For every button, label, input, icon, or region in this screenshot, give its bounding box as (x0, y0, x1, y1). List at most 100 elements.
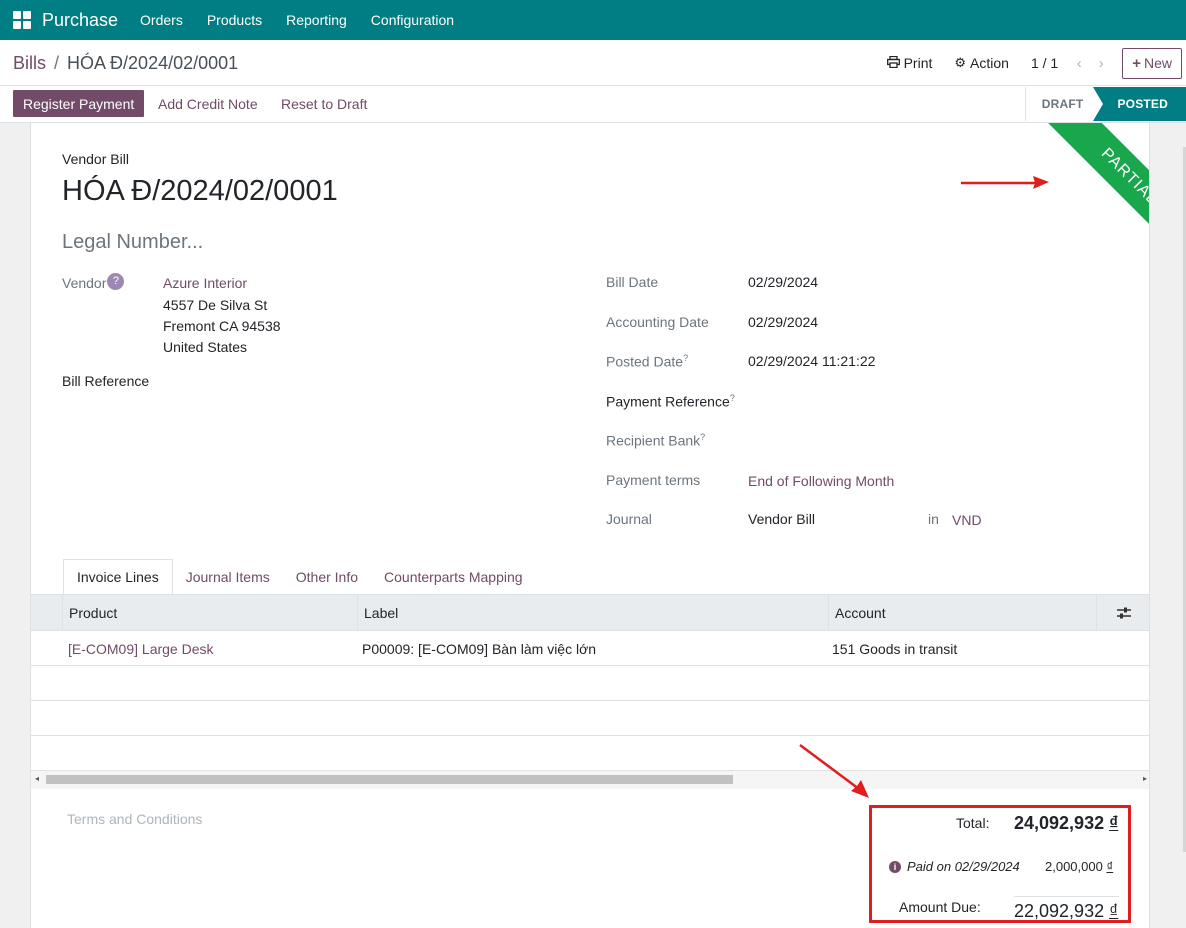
new-button[interactable]: + New (1122, 47, 1182, 79)
breadcrumb-bills[interactable]: Bills (13, 53, 46, 74)
totals-highlight-box: Total: 24,092,932 ₫ i Paid on 02/29/2024 … (869, 805, 1131, 923)
partial-ribbon: PARTIAL (1037, 123, 1149, 269)
chevron-left-icon[interactable]: ‹ (1068, 55, 1090, 72)
nav-products[interactable]: Products (195, 12, 274, 28)
scroll-left-icon[interactable]: ◂ (35, 774, 39, 783)
journal-label: Journal (606, 511, 652, 527)
table-row-empty (31, 666, 1149, 701)
accounting-date-value[interactable]: 02/29/2024 (748, 314, 818, 330)
reset-to-draft-button[interactable]: Reset to Draft (281, 90, 367, 117)
control-actions: Print ⚙ Action 1 / 1 ‹ › + New (886, 47, 1182, 79)
payment-line: i Paid on 02/29/2024 (889, 859, 1020, 874)
add-credit-note-button[interactable]: Add Credit Note (158, 90, 258, 117)
total-amount: 24,092,932 (1014, 813, 1105, 833)
optional-columns-icon[interactable] (1096, 595, 1149, 630)
legal-number-field[interactable]: Legal Number... (62, 231, 203, 254)
help-icon[interactable]: ? (107, 273, 125, 290)
print-button[interactable]: Print (886, 55, 933, 71)
vendor-label: Vendor? (62, 273, 125, 291)
tab-invoice-lines[interactable]: Invoice Lines (63, 559, 173, 595)
terms-and-conditions-field[interactable]: Terms and Conditions (67, 811, 202, 827)
annotation-arrow-ribbon (961, 176, 1049, 189)
gear-icon: ⚙ (954, 55, 967, 70)
action-label: Action (970, 55, 1009, 71)
paid-on-text: Paid on 02/29/2024 (907, 859, 1020, 874)
bill-date-label: Bill Date (606, 274, 659, 290)
payment-reference-label-text: Payment Reference (606, 393, 730, 410)
table-row[interactable]: [E-COM09] Large Desk P00009: [E-COM09] B… (31, 631, 1149, 666)
help-tooltip-icon[interactable]: ? (683, 353, 688, 363)
column-label[interactable]: Label (357, 595, 828, 630)
chevron-right-icon[interactable]: › (1090, 55, 1112, 72)
paid-amount: 2,000,000 ₫ (1045, 859, 1113, 874)
app-brand[interactable]: Purchase (42, 10, 118, 31)
bill-date-value[interactable]: 02/29/2024 (748, 274, 818, 290)
table-row-empty (31, 701, 1149, 736)
posted-date-value: 02/29/2024 11:21:22 (748, 353, 876, 369)
total-label: Total: (956, 815, 990, 831)
table-row-empty (31, 736, 1149, 771)
currency-symbol: ₫ (1109, 901, 1119, 921)
horizontal-scrollbar[interactable]: ◂ ▸ (31, 771, 1149, 789)
bill-reference-label: Bill Reference (62, 373, 150, 389)
journal-value[interactable]: Vendor Bill (748, 511, 815, 527)
pager-value[interactable]: 1 / 1 (1031, 55, 1058, 71)
posted-date-label-text: Posted Date (606, 353, 684, 370)
scroll-right-icon[interactable]: ▸ (1143, 774, 1147, 783)
amount-due-amount: 22,092,932 (1014, 901, 1105, 921)
currency-symbol: ₫ (1106, 859, 1114, 874)
info-icon[interactable]: i (889, 861, 901, 873)
stage-posted-label: POSTED (1117, 97, 1168, 111)
payment-reference-label: Payment Reference? (606, 393, 735, 410)
row-product[interactable]: [E-COM09] Large Desk (62, 631, 214, 666)
payment-terms-value[interactable]: End of Following Month (748, 473, 894, 489)
vendor-address-line1: 4557 De Silva St (163, 297, 268, 313)
amount-due-label: Amount Due: (899, 899, 981, 915)
amount-due-value: 22,092,932 ₫ (1014, 901, 1118, 922)
help-tooltip-icon[interactable]: ? (700, 432, 705, 442)
annotation-arrow-totals (799, 743, 869, 798)
row-account: 151 Goods in transit (832, 640, 958, 657)
vendor-name[interactable]: Azure Interior (163, 275, 247, 291)
nav-configuration[interactable]: Configuration (359, 12, 466, 28)
currency-value[interactable]: VND (952, 512, 982, 528)
control-panel: Bills / HÓA Đ/2024/02/0001 Print ⚙ Actio… (0, 40, 1186, 86)
stage-posted[interactable]: POSTED (1093, 87, 1186, 121)
breadcrumb: Bills / HÓA Đ/2024/02/0001 (13, 53, 238, 74)
recipient-bank-label-text: Recipient Bank (606, 432, 701, 449)
register-payment-button[interactable]: Register Payment (13, 90, 145, 117)
notebook-tabs: Invoice Lines Journal Items Other Info C… (63, 559, 536, 595)
total-value: 24,092,932 ₫ (1014, 813, 1118, 834)
apps-menu-icon[interactable] (13, 11, 31, 29)
currency-symbol: ₫ (1109, 813, 1119, 833)
row-label: P00009: [E-COM09] Bàn làm việc lớn (362, 640, 597, 657)
payment-terms-label: Payment terms (606, 472, 701, 488)
help-tooltip-icon[interactable]: ? (730, 393, 735, 403)
paid-value: 2,000,000 (1045, 859, 1103, 874)
print-icon (886, 55, 900, 71)
breadcrumb-current: HÓA Đ/2024/02/0001 (67, 53, 239, 73)
tab-journal-items[interactable]: Journal Items (173, 559, 283, 595)
form-sheet: PARTIAL Vendor Bill HÓA Đ/2024/02/0001 L… (30, 123, 1150, 928)
status-stages: DRAFT POSTED (1024, 87, 1186, 121)
document-title: HÓA Đ/2024/02/0001 (62, 175, 338, 207)
vendor-address-line2: Fremont CA 94538 (163, 318, 281, 334)
recipient-bank-label: Recipient Bank? (606, 432, 705, 449)
print-label: Print (903, 55, 933, 71)
accounting-date-label: Accounting Date (606, 314, 709, 330)
statusbar: Register Payment Add Credit Note Reset t… (0, 86, 1186, 123)
stage-draft[interactable]: DRAFT (1024, 87, 1094, 121)
tab-counterparts-mapping[interactable]: Counterparts Mapping (371, 559, 536, 595)
column-product[interactable]: Product (62, 595, 358, 630)
ribbon-container: PARTIAL (999, 123, 1149, 273)
new-label: New (1143, 55, 1172, 71)
column-account[interactable]: Account (828, 595, 1096, 630)
tab-other-info[interactable]: Other Info (283, 559, 371, 595)
nav-orders[interactable]: Orders (128, 12, 195, 28)
top-navbar: Purchase Orders Products Reporting Confi… (0, 0, 1186, 40)
nav-reporting[interactable]: Reporting (274, 12, 359, 28)
action-button[interactable]: ⚙ Action (954, 55, 1009, 71)
scrollbar-thumb[interactable] (46, 775, 733, 784)
plus-icon: + (1132, 54, 1141, 72)
posted-date-label: Posted Date? (606, 353, 688, 370)
